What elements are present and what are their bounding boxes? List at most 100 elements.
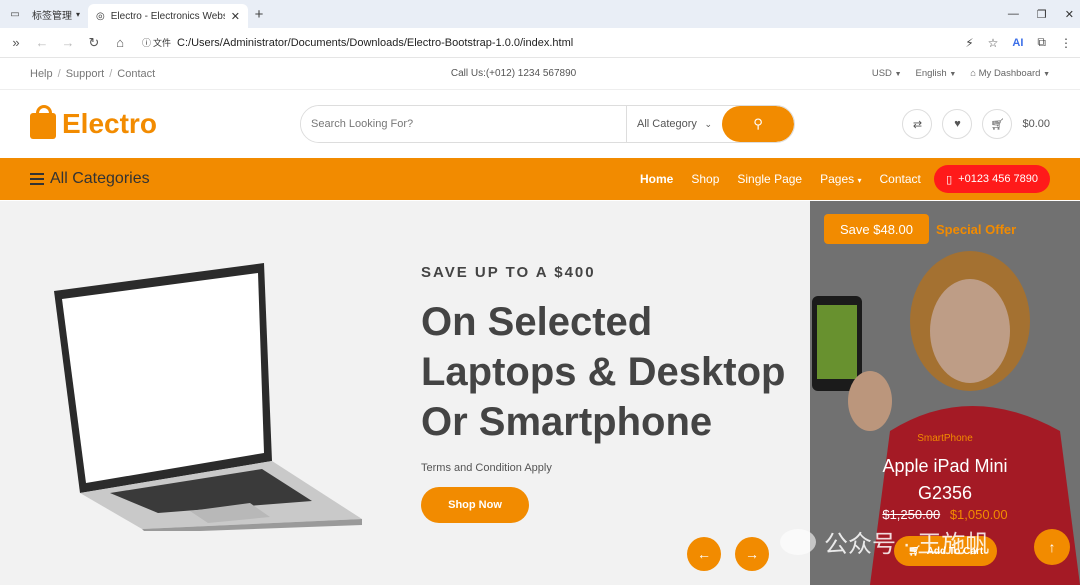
info-icon: ⓘ <box>142 38 152 48</box>
nav-contact[interactable]: Contact <box>879 172 920 186</box>
call-us-text: Call Us:(+012) 1234 567890 <box>450 68 577 79</box>
hero-title-line: Or Smartphone <box>421 400 713 444</box>
wishlist-button[interactable]: ♥ <box>942 109 973 139</box>
site-topbar: Help / Support / Contact Call Us:(+012) 1234… <box>0 58 1080 90</box>
category-value: All Category <box>637 118 697 130</box>
nav-home[interactable]: Home <box>640 172 673 186</box>
page-favicon-icon: ◎ <box>96 10 105 22</box>
back-to-top-button[interactable]: ↑ <box>1034 529 1070 565</box>
nav-single-page[interactable]: Single Page <box>737 172 802 186</box>
url-field[interactable]: ⓘ 文件 C:/Users/Administrator/Documents/Do… <box>138 32 955 54</box>
expand-icon[interactable]: » <box>8 35 24 50</box>
browser-tab-active[interactable]: ◎ Electro - Electronics Website ✕ <box>88 4 249 28</box>
home-icon[interactable]: ⌂ <box>112 35 128 50</box>
all-categories-button[interactable]: All Categories <box>30 170 150 188</box>
reload-icon[interactable]: ↻ <box>86 35 102 51</box>
search-icon: ⚲ <box>753 116 763 131</box>
search-bar: All Category ⌄ ⚲ <box>300 105 795 143</box>
category-select[interactable]: All Category ⌄ <box>626 106 722 142</box>
hero-title-line: On Selected <box>421 300 653 344</box>
home-icon: ⌂ <box>970 68 976 79</box>
currency-dropdown[interactable]: USD ▼ <box>872 68 902 79</box>
caret-down-icon: ▼ <box>1043 71 1050 78</box>
top-links: Help / Support / Contact <box>30 67 156 80</box>
chevron-down-icon: ⌄ <box>704 118 712 129</box>
hamburger-icon <box>30 173 44 185</box>
search-input[interactable] <box>301 106 626 142</box>
product-category[interactable]: SmartPhone <box>810 433 1080 444</box>
shopping-bag-icon <box>30 105 56 139</box>
url-text: C:/Users/Administrator/Documents/Downloa… <box>177 36 574 49</box>
nav-links: Home Shop Single Page Pages ▾ Contact <box>640 172 921 186</box>
close-tab-icon[interactable]: ✕ <box>231 10 240 23</box>
product-name[interactable]: Apple iPad Mini G2356 <box>810 453 1080 507</box>
sidebar-toggle-icon[interactable]: ▭ <box>6 5 24 23</box>
logo-text: Electro <box>62 108 157 139</box>
caret-down-icon: ▼ <box>949 71 957 78</box>
close-window-icon[interactable]: ✕ <box>1065 8 1074 21</box>
carousel-next-button[interactable]: → <box>735 537 769 571</box>
carousel-prev-button[interactable]: ← <box>687 537 721 571</box>
all-categories-label: All Categories <box>50 170 150 187</box>
watermark-text: 公众号 · 王施帆 <box>824 531 990 558</box>
file-label: 文件 <box>153 38 172 48</box>
watermark: 公众号 · 王施帆 <box>780 524 989 559</box>
compare-button[interactable]: ⇄ <box>902 109 933 139</box>
nav-shop[interactable]: Shop <box>691 172 719 186</box>
phone-button[interactable]: ▯ +0123 456 7890 <box>934 165 1050 193</box>
special-offer-label: Special Offer <box>936 222 1017 237</box>
nav-pages[interactable]: Pages ▾ <box>820 172 861 186</box>
forward-icon[interactable]: → <box>60 35 76 50</box>
tab-title: Electro - Electronics Website <box>110 10 225 22</box>
save-badge: Save $48.00 <box>824 214 930 244</box>
contact-link[interactable]: Contact <box>117 68 155 80</box>
shuffle-icon: ⇄ <box>912 118 923 131</box>
restore-icon[interactable]: ❐ <box>1037 8 1047 21</box>
sale-price: $1,050.00 <box>949 507 1008 522</box>
new-tab-button[interactable]: + <box>248 6 270 23</box>
arrow-right-icon: → <box>745 546 759 562</box>
mobile-phone-icon: ▯ <box>946 173 953 186</box>
site-logo[interactable]: Electro <box>30 105 157 140</box>
product-price: $1,250.00 $1,050.00 <box>810 507 1080 522</box>
tab-group-label: 标签管理 <box>32 10 72 22</box>
back-icon[interactable]: ← <box>34 35 50 50</box>
browser-actions: ⚡ ☆ AI ⧉ ⋮ <box>965 35 1072 50</box>
address-bar: » ← → ↻ ⌂ ⓘ 文件 C:/Users/Administrator/Do… <box>0 28 1080 58</box>
laptop-image <box>54 263 362 531</box>
phone-number: +0123 456 7890 <box>958 173 1038 185</box>
minimize-icon[interactable]: — <box>1008 8 1019 20</box>
cart-icon: 🛒︎ <box>990 118 1005 131</box>
window-controls: — ❐ ✕ <box>1008 0 1074 28</box>
site-header: Electro All Category ⌄ ⚲ ⇄ ♥ 🛒︎ $0.00 <box>0 90 1080 158</box>
caret-down-icon: ▼ <box>894 71 902 78</box>
lightning-icon[interactable]: ⚡ <box>965 36 973 50</box>
cart-button[interactable]: 🛒︎ <box>982 109 1013 139</box>
hero-carousel: SAVE UP TO A $400 On Selected Laptops & … <box>0 201 810 585</box>
search-button[interactable]: ⚲ <box>722 106 794 142</box>
main-navbar: All Categories Home Shop Single Page Pag… <box>0 158 1080 200</box>
chevron-down-icon: ▾ <box>857 176 862 185</box>
arrow-up-icon: ↑ <box>1048 539 1056 555</box>
extensions-icon[interactable]: ⧉ <box>1037 35 1046 50</box>
shop-now-button[interactable]: Shop Now <box>421 487 529 523</box>
chevron-down-icon: ▾ <box>76 9 81 19</box>
arrow-left-icon: ← <box>697 546 711 562</box>
support-link[interactable]: Support <box>66 68 105 80</box>
header-icons: ⇄ ♥ 🛒︎ $0.00 <box>902 109 1050 139</box>
dashboard-dropdown[interactable]: ⌂ My Dashboard ▼ <box>970 68 1050 79</box>
language-dropdown[interactable]: English ▼ <box>916 68 957 79</box>
terms-text: Terms and Condition Apply <box>421 462 552 474</box>
help-link[interactable]: Help <box>30 68 53 80</box>
cart-total: $0.00 <box>1022 118 1050 130</box>
star-icon[interactable]: ☆ <box>988 36 999 50</box>
browser-tabbar: ▭ 标签管理 ▾ ◎ Electro - Electronics Website… <box>0 0 1080 28</box>
file-info[interactable]: ⓘ 文件 <box>142 36 171 49</box>
old-price: $1,250.00 <box>882 507 941 522</box>
hero-title-line: Laptops & Desktop <box>421 350 786 394</box>
hero-title: On Selected Laptops & Desktop Or Smartph… <box>421 297 801 447</box>
tab-group[interactable]: 标签管理 ▾ <box>24 7 88 22</box>
menu-icon[interactable]: ⋮ <box>1060 36 1072 50</box>
wechat-icon <box>780 528 816 555</box>
ai-button[interactable]: AI <box>1012 37 1023 49</box>
